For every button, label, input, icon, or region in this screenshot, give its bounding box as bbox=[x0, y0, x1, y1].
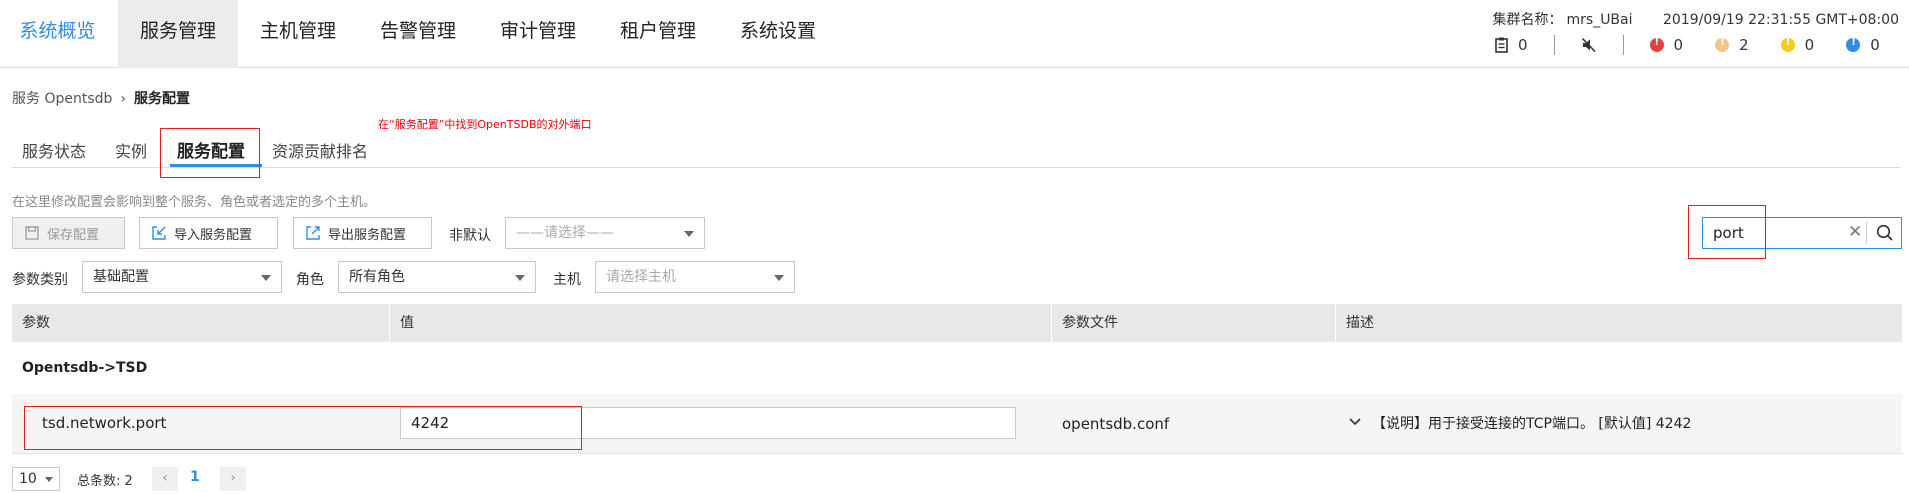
cluster-info: 集群名称： mrs_UBai 2019/09/19 22:31:55 GMT+08… bbox=[1489, 9, 1900, 29]
clipboard-icon bbox=[1495, 37, 1508, 53]
table-row: tsd.network.port 4242 opentsdb.conf 【说明】… bbox=[12, 394, 1902, 454]
tab-bar: 服务状态 实例 服务配置 资源贡献排名 bbox=[12, 130, 1900, 168]
nav-settings[interactable]: 系统设置 bbox=[718, 0, 838, 68]
column-header-value: 值 bbox=[390, 304, 1052, 342]
minor-alarm-icon bbox=[1780, 37, 1795, 52]
tab-service-status[interactable]: 服务状态 bbox=[22, 138, 86, 162]
status-bar: 0 0 2 0 0 bbox=[1495, 35, 1880, 55]
warning-alarms[interactable]: 0 bbox=[1846, 36, 1880, 54]
tab-service-config[interactable]: 服务配置 bbox=[177, 137, 245, 162]
role-value: 所有角色 bbox=[349, 269, 405, 285]
host-select[interactable]: 请选择主机 bbox=[595, 261, 795, 293]
chevron-down-icon[interactable] bbox=[1349, 417, 1361, 427]
param-description: 【说明】用于接受连接的TCP端口。 [默认值] 4242 bbox=[1372, 416, 1692, 432]
critical-count: 0 bbox=[1673, 36, 1684, 54]
caret-down-icon bbox=[774, 275, 784, 281]
task-status[interactable]: 0 bbox=[1495, 36, 1528, 54]
search-input[interactable]: port bbox=[1713, 224, 1744, 242]
divider bbox=[1553, 35, 1555, 55]
major-alarm-icon bbox=[1715, 37, 1730, 52]
caret-down-icon bbox=[45, 477, 53, 482]
minor-count: 0 bbox=[1804, 36, 1815, 54]
table-group-row: Opentsdb->TSD bbox=[22, 360, 148, 376]
critical-alarms[interactable]: 0 bbox=[1649, 36, 1684, 54]
category-value: 基础配置 bbox=[93, 269, 149, 285]
column-header-description: 描述 bbox=[1346, 315, 1374, 331]
warning-alarm-icon bbox=[1846, 37, 1861, 52]
current-page[interactable]: 1 bbox=[190, 469, 200, 485]
mute-icon bbox=[1581, 37, 1596, 53]
import-config-button[interactable]: 导入服务配置 bbox=[139, 217, 278, 249]
minor-alarms[interactable]: 0 bbox=[1780, 36, 1815, 54]
host-label: 主机 bbox=[553, 272, 581, 288]
search-box[interactable]: port ✕ bbox=[1702, 217, 1902, 249]
category-select[interactable]: 基础配置 bbox=[82, 261, 282, 293]
nav-tenants[interactable]: 租户管理 bbox=[598, 0, 718, 68]
divider bbox=[1866, 222, 1867, 244]
cluster-name: mrs_UBai bbox=[1566, 12, 1633, 28]
non-default-select[interactable]: ——请选择—— bbox=[505, 217, 705, 249]
caret-down-icon bbox=[515, 275, 525, 281]
param-value-input[interactable]: 4242 bbox=[400, 407, 1016, 439]
param-name: tsd.network.port bbox=[42, 414, 167, 432]
role-select[interactable]: 所有角色 bbox=[338, 261, 536, 293]
param-file: opentsdb.conf bbox=[1062, 415, 1170, 433]
search-icon[interactable] bbox=[1876, 224, 1894, 242]
nav-overview[interactable]: 系统概览 bbox=[0, 0, 115, 68]
tab-resource-ranking[interactable]: 资源贡献排名 bbox=[272, 138, 368, 162]
breadcrumb-parent[interactable]: 服务 Opentsdb bbox=[12, 91, 112, 107]
export-config-button[interactable]: 导出服务配置 bbox=[293, 217, 432, 249]
breadcrumb-current: 服务配置 bbox=[134, 91, 191, 107]
non-default-placeholder: ——请选择—— bbox=[516, 225, 614, 241]
export-config-label: 导出服务配置 bbox=[328, 227, 407, 243]
nav-services[interactable]: 服务管理 bbox=[118, 0, 238, 68]
mute-toggle[interactable] bbox=[1581, 37, 1597, 53]
task-count: 0 bbox=[1518, 36, 1528, 54]
top-navigation: 系统概览 服务管理 主机管理 告警管理 审计管理 租户管理 系统设置 集群名称：… bbox=[0, 0, 1909, 68]
save-config-button[interactable]: 保存配置 bbox=[12, 217, 125, 249]
divider bbox=[1622, 35, 1624, 55]
active-tab-indicator bbox=[170, 164, 262, 167]
page-size-select[interactable]: 10 bbox=[12, 467, 60, 491]
category-label: 参数类别 bbox=[12, 272, 68, 288]
caret-down-icon bbox=[684, 231, 694, 237]
major-alarms[interactable]: 2 bbox=[1715, 36, 1749, 54]
datetime: 2019/09/19 22:31:55 GMT+08:00 bbox=[1662, 12, 1899, 28]
nav-audit[interactable]: 审计管理 bbox=[478, 0, 598, 68]
prev-page-button[interactable]: ‹ bbox=[152, 467, 178, 491]
save-config-label: 保存配置 bbox=[47, 227, 100, 243]
page-size-value: 10 bbox=[19, 471, 37, 487]
caret-down-icon bbox=[261, 275, 271, 281]
host-placeholder: 请选择主机 bbox=[606, 269, 676, 285]
import-config-label: 导入服务配置 bbox=[174, 227, 253, 243]
next-page-button[interactable]: › bbox=[220, 467, 246, 491]
column-header-file: 参数文件 bbox=[1052, 304, 1336, 342]
config-hint: 在这里修改配置会影响到整个服务、角色或者选定的多个主机。 bbox=[12, 195, 377, 210]
save-icon bbox=[25, 226, 39, 240]
import-icon bbox=[152, 226, 166, 240]
nav-hosts[interactable]: 主机管理 bbox=[238, 0, 358, 68]
column-header-param: 参数 bbox=[12, 304, 390, 342]
major-count: 2 bbox=[1739, 36, 1749, 54]
role-label: 角色 bbox=[296, 272, 324, 288]
tab-instances[interactable]: 实例 bbox=[115, 138, 147, 162]
export-icon bbox=[306, 226, 320, 240]
clear-icon[interactable]: ✕ bbox=[1848, 222, 1862, 242]
total-count: 总条数: 2 bbox=[77, 474, 133, 489]
table-header: 参数 值 参数文件 描述 bbox=[12, 304, 1902, 342]
nav-alarms[interactable]: 告警管理 bbox=[358, 0, 478, 68]
critical-alarm-icon bbox=[1649, 37, 1664, 52]
warning-count: 0 bbox=[1870, 36, 1880, 54]
non-default-label: 非默认 bbox=[449, 228, 491, 244]
breadcrumb: 服务 Opentsdb › 服务配置 bbox=[12, 88, 190, 108]
chevron-right-icon: › bbox=[120, 91, 127, 107]
cluster-label: 集群名称： bbox=[1492, 12, 1563, 28]
